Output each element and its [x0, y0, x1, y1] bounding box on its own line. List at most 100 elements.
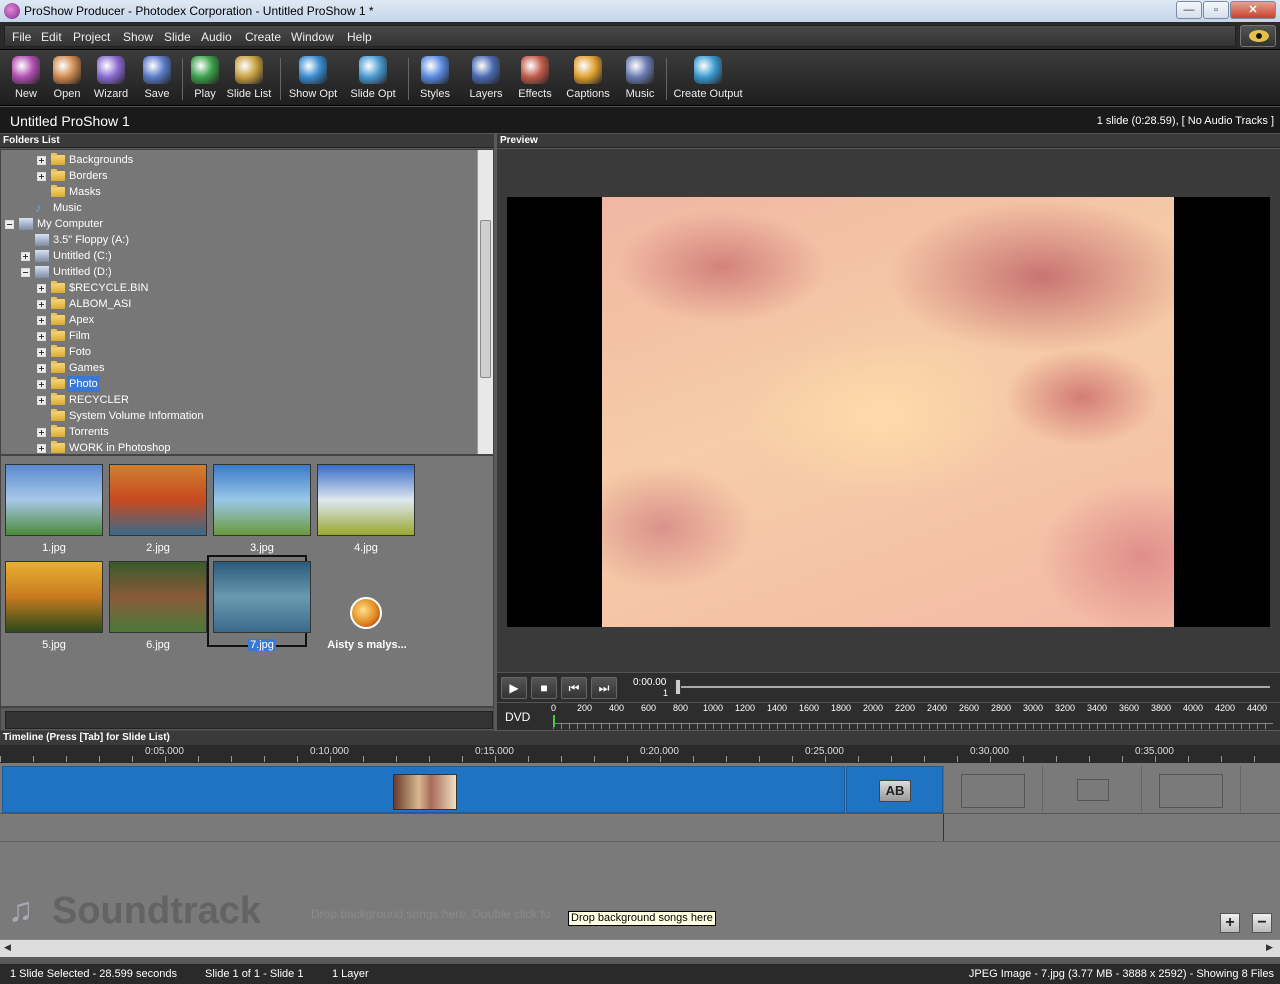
expand-icon[interactable] — [37, 156, 46, 165]
menu-edit[interactable]: Edit — [41, 30, 62, 44]
toolbar-show-opt-button[interactable]: Show Opt — [286, 54, 340, 104]
tree-item[interactable]: RECYCLER — [1, 392, 471, 408]
toolbar-styles-button[interactable]: Styles — [414, 54, 456, 104]
menu-create[interactable]: Create — [245, 30, 281, 44]
toolbar-slide-list-button[interactable]: Slide List — [226, 54, 272, 104]
expand-icon[interactable] — [37, 284, 46, 293]
tree-item[interactable]: Torrents — [1, 424, 471, 440]
menu-project[interactable]: Project — [73, 30, 110, 44]
toolbar-open-button[interactable]: Open — [48, 54, 86, 104]
slide-1[interactable] — [2, 766, 845, 813]
menu-file[interactable]: File — [12, 30, 31, 44]
tree-item[interactable]: Games — [1, 360, 471, 376]
empty-transition-slot[interactable] — [1042, 766, 1141, 813]
scroll-right-icon[interactable]: ▶ — [1266, 942, 1273, 953]
folders-scrollbar[interactable] — [477, 150, 493, 454]
minimize-button[interactable]: — — [1176, 1, 1202, 19]
video-file-icon[interactable] — [350, 597, 382, 629]
menu-audio[interactable]: Audio — [201, 30, 232, 44]
slide-1-thumbnail[interactable] — [393, 774, 457, 810]
menu-slide[interactable]: Slide — [164, 30, 191, 44]
tree-item[interactable]: Photo — [1, 376, 471, 392]
toolbar-layers-button[interactable]: Layers — [464, 54, 508, 104]
tree-item[interactable]: Untitled (C:) — [1, 248, 471, 264]
toolbar-create-output-button[interactable]: Create Output — [672, 54, 744, 104]
thumbnail-image[interactable] — [213, 561, 311, 633]
thumbnail-image[interactable] — [5, 561, 103, 633]
scroll-thumb[interactable] — [480, 220, 491, 378]
thumbnail-image[interactable] — [317, 464, 415, 536]
file-thumbnail[interactable]: Aisty s malys... — [317, 561, 415, 653]
empty-audio-slot[interactable] — [943, 814, 1280, 842]
playback-position-handle[interactable] — [675, 679, 681, 695]
tree-item[interactable]: ♪ Music — [1, 200, 471, 216]
file-thumbnail[interactable]: 7.jpg — [207, 555, 311, 653]
expand-icon[interactable] — [37, 332, 46, 341]
tree-item[interactable]: Foto — [1, 344, 471, 360]
expand-icon[interactable] — [37, 348, 46, 357]
photodex-eye-icon[interactable] — [1240, 25, 1276, 47]
thumbnail-image[interactable] — [5, 464, 103, 536]
toolbar-effects-button[interactable]: Effects — [514, 54, 556, 104]
restore-button[interactable]: ▫ — [1203, 1, 1229, 19]
file-thumbnail[interactable]: 2.jpg — [109, 464, 207, 556]
tree-item[interactable]: Apex — [1, 312, 471, 328]
toolbar-new-button[interactable]: New — [4, 54, 48, 104]
tree-item[interactable]: Backgrounds — [1, 152, 471, 168]
play-button[interactable]: ▶ — [501, 677, 527, 699]
next-slide-button[interactable]: ⏭ — [591, 677, 617, 699]
file-thumbnail[interactable]: 1.jpg — [5, 464, 103, 556]
close-button[interactable]: ✕ — [1230, 1, 1276, 19]
tree-item[interactable]: 3.5" Floppy (A:) — [1, 232, 471, 248]
collapse-icon[interactable] — [21, 268, 30, 277]
thumbnail-image[interactable] — [109, 464, 207, 536]
file-thumbnail[interactable]: 4.jpg — [317, 464, 415, 556]
slide-transition[interactable]: AB — [846, 766, 943, 813]
tree-item[interactable]: Masks — [1, 184, 471, 200]
collapse-icon[interactable] — [5, 220, 14, 229]
file-thumbnail[interactable]: 3.jpg — [213, 464, 311, 556]
empty-slide-slot[interactable] — [1141, 766, 1240, 813]
menu-help[interactable]: Help — [347, 30, 372, 44]
previous-slide-button[interactable]: ⏮ — [561, 677, 587, 699]
zoom-in-button[interactable]: + — [1220, 913, 1240, 933]
menu-show[interactable]: Show — [123, 30, 153, 44]
toolbar-music-button[interactable]: Music — [620, 54, 660, 104]
expand-icon[interactable] — [37, 172, 46, 181]
expand-icon[interactable] — [37, 428, 46, 437]
file-thumbnail[interactable]: 5.jpg — [5, 561, 103, 653]
tree-item[interactable]: Film — [1, 328, 471, 344]
expand-icon[interactable] — [37, 316, 46, 325]
tree-item[interactable]: My Computer — [1, 216, 471, 232]
empty-slide-slot[interactable] — [943, 766, 1042, 813]
toolbar-play-button[interactable]: Play — [186, 54, 224, 104]
expand-icon[interactable] — [37, 300, 46, 309]
tree-item[interactable]: WORK in Photoshop — [1, 440, 471, 454]
expand-icon[interactable] — [37, 396, 46, 405]
stop-button[interactable]: ■ — [531, 677, 557, 699]
toolbar-captions-button[interactable]: Captions — [564, 54, 612, 104]
toolbar-wizard-button[interactable]: Wizard — [90, 54, 132, 104]
playback-track[interactable] — [675, 686, 1270, 688]
menu-window[interactable]: Window — [291, 30, 334, 44]
expand-icon[interactable] — [37, 444, 46, 453]
thumbnail-image[interactable] — [109, 561, 207, 633]
thumbnail-image[interactable] — [213, 464, 311, 536]
tree-item[interactable]: Borders — [1, 168, 471, 184]
expand-icon[interactable] — [37, 380, 46, 389]
toolbar-slide-opt-button[interactable]: Slide Opt — [346, 54, 400, 104]
soundtrack-area[interactable]: ♫ Soundtrack Drop background songs here.… — [0, 841, 1280, 939]
empty-transition-slot[interactable] — [1240, 766, 1280, 813]
transition-ab-icon[interactable]: AB — [879, 780, 911, 802]
scroll-left-icon[interactable]: ◀ — [4, 942, 11, 953]
zoom-out-button[interactable]: − — [1252, 913, 1272, 933]
tree-item[interactable]: System Volume Information — [1, 408, 471, 424]
tree-item[interactable]: $RECYCLE.BIN — [1, 280, 471, 296]
file-thumbnail[interactable]: 6.jpg — [109, 561, 207, 653]
expand-icon[interactable] — [37, 364, 46, 373]
tree-item[interactable]: Untitled (D:) — [1, 264, 471, 280]
timeline-scrollbar[interactable]: ◀ ▶ — [0, 939, 1280, 957]
expand-icon[interactable] — [21, 252, 30, 261]
toolbar-save-button[interactable]: Save — [140, 54, 174, 104]
tree-item[interactable]: ALBOM_ASI — [1, 296, 471, 312]
